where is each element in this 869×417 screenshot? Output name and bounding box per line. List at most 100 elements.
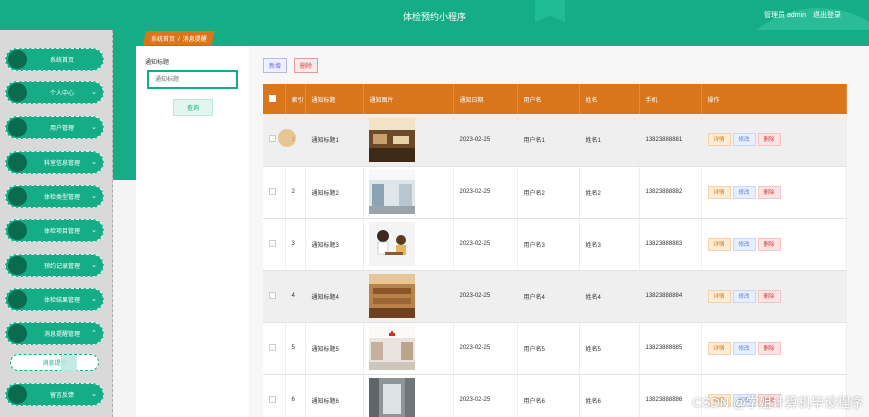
phone-cell: 13823888884 <box>639 270 702 323</box>
mouse-cursor-highlight <box>278 129 296 147</box>
row-checkbox[interactable] <box>269 239 276 247</box>
sidebar-subitem-notification[interactable]: 消息提醒 <box>10 354 99 372</box>
sidebar-item-users[interactable]: 用户管理 ⌄ <box>5 116 104 139</box>
chevron-down-icon: ⌄ <box>91 89 97 96</box>
user-area: 管理员 admin 退出登录 <box>759 10 841 20</box>
sidebar: 系统首页 个人中心 ⌄ 用户管理 ⌄ 科室信息管理 ⌄ 体检类型管理 ⌄ 体检项… <box>0 30 113 417</box>
delete-button[interactable]: 删除 <box>757 185 781 199</box>
index-cell: 2 <box>285 166 306 219</box>
nav-bullet-icon <box>8 324 27 343</box>
phone-cell: 13823888883 <box>639 218 702 271</box>
app-title: 体检预约小程序 <box>402 12 466 22</box>
username-cell: 用户名2 <box>517 166 580 219</box>
actions-cell: 详情 修改 删除 <box>701 114 847 167</box>
row-checkbox[interactable] <box>269 135 276 143</box>
table-row[interactable]: 5 通知标题5 2023-02-25 用户名5 姓名5 13823888885 … <box>263 322 847 375</box>
sidebar-item-label: 体检结果管理 <box>43 298 80 304</box>
chevron-down-icon: ⌄ <box>91 296 97 303</box>
name-cell: 姓名3 <box>579 218 640 271</box>
table-header-row: 索引 通知标题 通知图片 通知日期 用户名 姓名 手机 操作 <box>263 84 847 114</box>
nav-bullet-icon <box>8 385 27 404</box>
delete-button[interactable]: 删除 <box>757 133 781 147</box>
index-cell: 4 <box>285 270 306 323</box>
cartoon-consultation <box>368 222 415 266</box>
phone-cell: 13823888881 <box>639 114 702 167</box>
column-header-date: 通知日期 <box>453 84 518 114</box>
delete-button[interactable]: 删除 <box>757 341 781 355</box>
name-cell: 姓名1 <box>579 114 640 167</box>
table-row[interactable]: 3 通知标题3 2023-02-25 用户名3 姓名3 13823888883 … <box>263 218 847 271</box>
restaurant-photo <box>368 117 415 162</box>
row-checkbox[interactable] <box>269 343 276 351</box>
table-row[interactable]: 2 通知标题2 2023-02-25 用户名2 姓名2 13823888882 … <box>263 166 847 219</box>
search-field-label: 通知标题 <box>145 60 170 66</box>
sidebar-item-label: 系统首页 <box>49 58 74 64</box>
sidebar-item-profile[interactable]: 个人中心 ⌄ <box>5 81 104 104</box>
index-cell: 5 <box>285 322 306 375</box>
bulk-delete-button[interactable]: 删除 <box>294 58 318 73</box>
image-cell <box>363 114 454 167</box>
actions-cell: 详情 修改 删除 <box>701 218 847 271</box>
sidebar-item-departments[interactable]: 科室信息管理 ⌄ <box>5 151 104 174</box>
title-cell: 通知标题1 <box>305 114 364 167</box>
column-header-title: 通知标题 <box>305 84 364 114</box>
detail-button[interactable]: 详情 <box>707 289 731 303</box>
row-checkbox[interactable] <box>269 291 276 299</box>
name-cell: 姓名2 <box>579 166 640 219</box>
edit-button[interactable]: 修改 <box>732 133 756 147</box>
sidebar-item-exam-types[interactable]: 体检类型管理 ⌄ <box>5 185 104 208</box>
edit-button[interactable]: 修改 <box>732 185 756 199</box>
sidebar-item-exam-items[interactable]: 体检项目管理 ⌄ <box>5 219 104 242</box>
edit-button[interactable]: 修改 <box>732 341 756 355</box>
detail-button[interactable]: 详情 <box>707 237 731 251</box>
chevron-up-icon: ⌃ <box>91 330 97 337</box>
nav-bullet-icon <box>8 256 27 275</box>
name-cell: 姓名6 <box>579 374 640 417</box>
sidebar-item-feedback[interactable]: 留言反馈 ⌄ <box>5 383 104 406</box>
detail-button[interactable]: 详情 <box>707 341 731 355</box>
image-cell <box>363 218 454 271</box>
name-cell: 姓名5 <box>579 322 640 375</box>
date-cell: 2023-02-25 <box>453 166 518 219</box>
column-header-image: 通知图片 <box>363 84 454 114</box>
date-cell: 2023-02-25 <box>453 114 518 167</box>
table-row[interactable]: 4 通知标题4 2023-02-25 用户名4 姓名4 13823888884 … <box>263 270 847 323</box>
date-cell: 2023-02-25 <box>453 270 518 323</box>
sidebar-item-notifications[interactable]: 消息提醒管理 ⌃ <box>5 322 104 345</box>
detail-button[interactable]: 详情 <box>707 133 731 147</box>
row-select-cell <box>263 218 286 271</box>
chevron-down-icon: ⌄ <box>91 391 97 398</box>
edit-button[interactable]: 修改 <box>732 289 756 303</box>
row-checkbox[interactable] <box>269 395 276 403</box>
index-cell: 6 <box>285 374 306 417</box>
image-cell <box>363 166 454 219</box>
edit-button[interactable]: 修改 <box>732 237 756 251</box>
table-row[interactable]: 1 通知标题1 2023-02-25 用户名1 姓名1 13823888881 … <box>263 114 847 167</box>
add-button[interactable]: 新增 <box>263 58 287 73</box>
sidebar-item-label: 用户管理 <box>49 126 74 132</box>
notice-title-search-input[interactable] <box>147 70 238 89</box>
sidebar-item-label: 留言反馈 <box>49 393 74 399</box>
delete-button[interactable]: 删除 <box>757 289 781 303</box>
actions-cell: 详情 修改 删除 <box>701 322 847 375</box>
chevron-down-icon: ⌄ <box>91 262 97 269</box>
detail-button[interactable]: 详情 <box>707 185 731 199</box>
logout-link[interactable]: 退出登录 <box>813 12 841 19</box>
row-checkbox[interactable] <box>269 187 276 195</box>
query-button[interactable]: 查询 <box>173 99 213 116</box>
sidebar-item-appointments[interactable]: 预约记录管理 ⌄ <box>5 254 104 277</box>
sidebar-item-exam-results[interactable]: 体检结果管理 ⌄ <box>5 288 104 311</box>
breadcrumb: 系统首页 / 消息提醒 <box>143 31 215 45</box>
column-header-index: 索引 <box>285 84 306 114</box>
delete-button[interactable]: 删除 <box>757 237 781 251</box>
row-select-cell <box>263 270 286 323</box>
sidebar-item-home[interactable]: 系统首页 <box>5 48 104 71</box>
chevron-down-icon: ⌄ <box>91 227 97 234</box>
username-cell: 用户名1 <box>517 114 580 167</box>
watermark: CSDN @学姐计算机毕设程序 <box>692 395 863 410</box>
column-header-name: 姓名 <box>579 84 640 114</box>
breadcrumb-home[interactable]: 系统首页 <box>151 37 175 43</box>
corridor-photo <box>368 378 415 417</box>
select-all-checkbox[interactable] <box>269 94 276 102</box>
phone-cell: 13823888885 <box>639 322 702 375</box>
